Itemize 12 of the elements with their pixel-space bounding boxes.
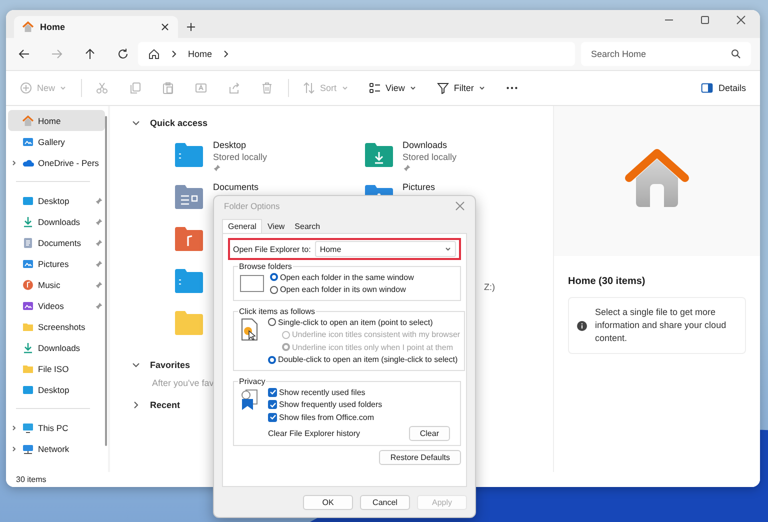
folder-location: Stored locally (213, 152, 268, 162)
info-text: Select a single file to get more information and share your cloud content. (595, 306, 728, 345)
group-title: Click items as follows (238, 307, 316, 316)
details-title: Home (30 items) (567, 275, 646, 289)
group-title: Browse folders (238, 262, 293, 271)
field-label: Open File Explorer to: (233, 244, 311, 254)
favorites-hint: After you've fav (152, 378, 214, 388)
folder-location: Stored locally (402, 152, 457, 162)
clear-history-label: Clear File Explorer history (268, 428, 360, 438)
dialog-title: Folder Options (224, 201, 280, 211)
item-count: 30 items (16, 475, 46, 484)
group-title: Privacy (238, 377, 266, 386)
